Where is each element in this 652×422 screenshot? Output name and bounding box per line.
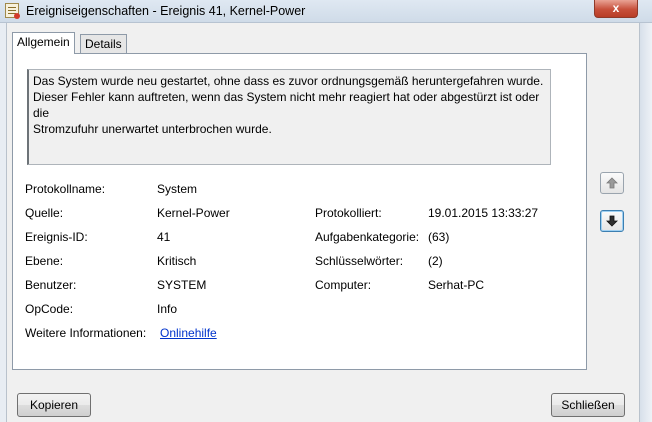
description-line: Dieser Fehler kann auftreten, wenn das S… (33, 90, 540, 120)
protokolliert-label: Protokolliert: (315, 206, 382, 220)
tab-allgemein[interactable]: Allgemein (12, 32, 75, 54)
description-line: Stromzufuhr unerwartet unterbrochen wurd… (33, 122, 272, 136)
ebene-value: Kritisch (157, 254, 197, 268)
arrow-down-icon (606, 215, 618, 227)
computer-value: Serhat-PC (428, 278, 485, 292)
event-description[interactable]: Das System wurde neu gestartet, ohne das… (27, 69, 551, 165)
background-window-edge (640, 23, 652, 422)
computer-label: Computer: (315, 278, 372, 292)
copy-button[interactable]: Kopieren (17, 393, 91, 417)
weitere-informationen-label: Weitere Informationen: (25, 326, 147, 340)
schluesselwoerter-value: (2) (428, 254, 443, 268)
aufgabenkategorie-value: (63) (428, 230, 450, 244)
protokolliert-value: 19.01.2015 13:33:27 (428, 206, 539, 220)
previous-event-button[interactable] (600, 172, 624, 194)
window-title: Ereigniseigenschaften - Ereignis 41, Ker… (26, 4, 306, 18)
quelle-label: Quelle: (25, 206, 64, 220)
benutzer-value: SYSTEM (157, 278, 207, 292)
event-viewer-icon (5, 3, 20, 19)
arrow-up-icon (606, 177, 618, 189)
ereignis-id-value: 41 (157, 230, 171, 244)
opcode-value: Info (157, 302, 178, 316)
close-button[interactable]: Schließen (551, 393, 625, 417)
ereignis-id-label: Ereignis-ID: (25, 230, 88, 244)
tab-details[interactable]: Details (80, 34, 127, 54)
protokollname-value: System (157, 182, 198, 196)
aufgabenkategorie-label: Aufgabenkategorie: (315, 230, 420, 244)
window-close-button[interactable]: x (594, 0, 638, 18)
schluesselwoerter-label: Schlüsselwörter: (315, 254, 404, 268)
next-event-button[interactable] (600, 210, 624, 232)
onlinehilfe-link[interactable]: Onlinehilfe (160, 326, 217, 340)
title-bar: Ereigniseigenschaften - Ereignis 41, Ker… (0, 0, 652, 23)
benutzer-label: Benutzer: (25, 278, 77, 292)
description-line: Das System wurde neu gestartet, ohne das… (33, 74, 544, 88)
opcode-label: OpCode: (25, 302, 74, 316)
quelle-value: Kernel-Power (157, 206, 230, 220)
protokollname-label: Protokollname: (25, 182, 106, 196)
ebene-label: Ebene: (25, 254, 64, 268)
